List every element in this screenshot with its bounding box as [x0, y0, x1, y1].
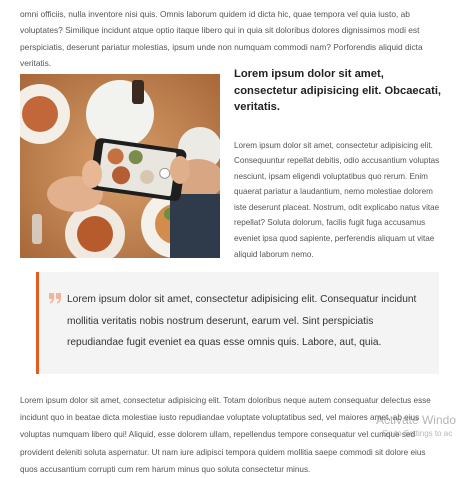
quote-text: Lorem ipsum dolor sit amet, consectetur …: [67, 294, 417, 349]
feature-image: [20, 74, 220, 258]
feature-heading: Lorem ipsum dolor sit amet, consectetur …: [234, 68, 442, 113]
body-paragraph: Lorem ipsum dolor sit amet, consectetur …: [20, 396, 431, 474]
feature-text: Lorem ipsum dolor sit amet, consectetur …: [234, 66, 446, 262]
intro-paragraph: omni officiis, nulla inventore nisi quis…: [20, 9, 423, 69]
food-photo-illustration: [20, 74, 220, 258]
feature-paragraph: Lorem ipsum dolor sit amet, consectetur …: [234, 140, 440, 259]
blockquote: Lorem ipsum dolor sit amet, consectetur …: [36, 272, 439, 374]
quote-icon: [47, 290, 63, 306]
